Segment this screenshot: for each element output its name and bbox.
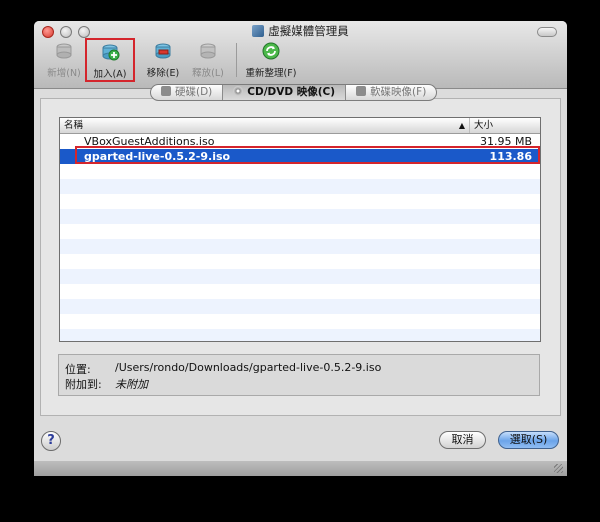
refresh-button-label: 重新整理(F) [245,68,297,79]
attached-value: 未附加 [115,378,148,391]
name-column-header[interactable]: 名稱 ▲ [60,118,470,133]
empty-row [60,284,540,299]
selection-highlight-box [75,146,540,164]
empty-row [60,194,540,209]
empty-row [60,329,540,341]
media-info-panel: 位置: /Users/rondo/Downloads/gparted-live-… [58,354,540,396]
empty-row [60,254,540,269]
release-disk-icon [200,43,216,59]
attached-label: 附加到: [65,378,102,391]
refresh-button[interactable]: 重新整理(F) [241,41,301,81]
help-icon: ? [47,433,55,448]
add-button-label: 加入(A) [93,69,127,80]
help-button[interactable]: ? [41,431,61,451]
floppy-icon [356,86,367,96]
release-button[interactable]: 釋放(L) [187,41,229,81]
sort-ascending-icon: ▲ [458,121,465,130]
new-button[interactable]: 新增(N) [44,41,84,81]
window-title: 虛擬媒體管理員 [34,23,567,39]
tab-hard-disk[interactable]: 硬碟(D) [151,85,224,100]
size-column-label: 大小 [474,120,494,131]
window-title-text: 虛擬媒體管理員 [268,24,349,38]
toolbar-separator [236,43,237,77]
new-button-label: 新增(N) [47,68,81,79]
remove-disk-icon [155,43,171,59]
titlebar: 虛擬媒體管理員 新增(N) 加入(A) 移除(E) 釋放(L) 重新整理(F) [34,21,567,89]
new-disk-icon [56,43,72,59]
tab-cd-dvd-label: CD/DVD 映像(C) [247,86,336,98]
tab-hard-disk-label: 硬碟(D) [175,86,213,98]
empty-row [60,179,540,194]
empty-row [60,164,540,179]
list-rows: VBoxGuestAdditions.iso 31.95 MB gparted-… [60,134,540,341]
select-button[interactable]: 選取(S) [498,431,559,449]
attached-row: 附加到: 未附加 [65,376,148,392]
window-bottom-bar [34,461,567,476]
remove-button-label: 移除(E) [146,68,180,79]
tab-floppy[interactable]: 軟碟映像(F) [346,85,436,100]
tab-cd-dvd[interactable]: CD/DVD 映像(C) [223,85,347,100]
add-disk-icon [102,44,120,61]
location-row: 位置: /Users/rondo/Downloads/gparted-live-… [65,361,381,377]
empty-row [60,224,540,239]
cd-dvd-icon [233,86,244,96]
empty-row [60,299,540,314]
name-column-label: 名稱 [64,120,84,131]
tab-floppy-label: 軟碟映像(F) [370,86,427,98]
hard-disk-icon [161,86,171,96]
size-column-header[interactable]: 大小 [470,118,540,133]
add-button[interactable]: 加入(A) [85,38,135,82]
location-label: 位置: [65,363,91,376]
media-type-tabs: 硬碟(D) CD/DVD 映像(C) 軟碟映像(F) [150,84,438,101]
release-button-label: 釋放(L) [192,68,224,79]
empty-row [60,239,540,254]
toolbar-toggle-button[interactable] [537,27,557,37]
cancel-button[interactable]: 取消 [439,431,486,449]
empty-row [60,269,540,284]
remove-button[interactable]: 移除(E) [142,41,184,81]
refresh-icon [262,42,280,60]
empty-row [60,209,540,224]
location-value: /Users/rondo/Downloads/gparted-live-0.5.… [115,361,382,374]
resize-grip-icon[interactable] [554,464,563,473]
empty-row [60,314,540,329]
media-manager-icon [252,25,265,37]
list-header: 名稱 ▲ 大小 [60,118,540,134]
